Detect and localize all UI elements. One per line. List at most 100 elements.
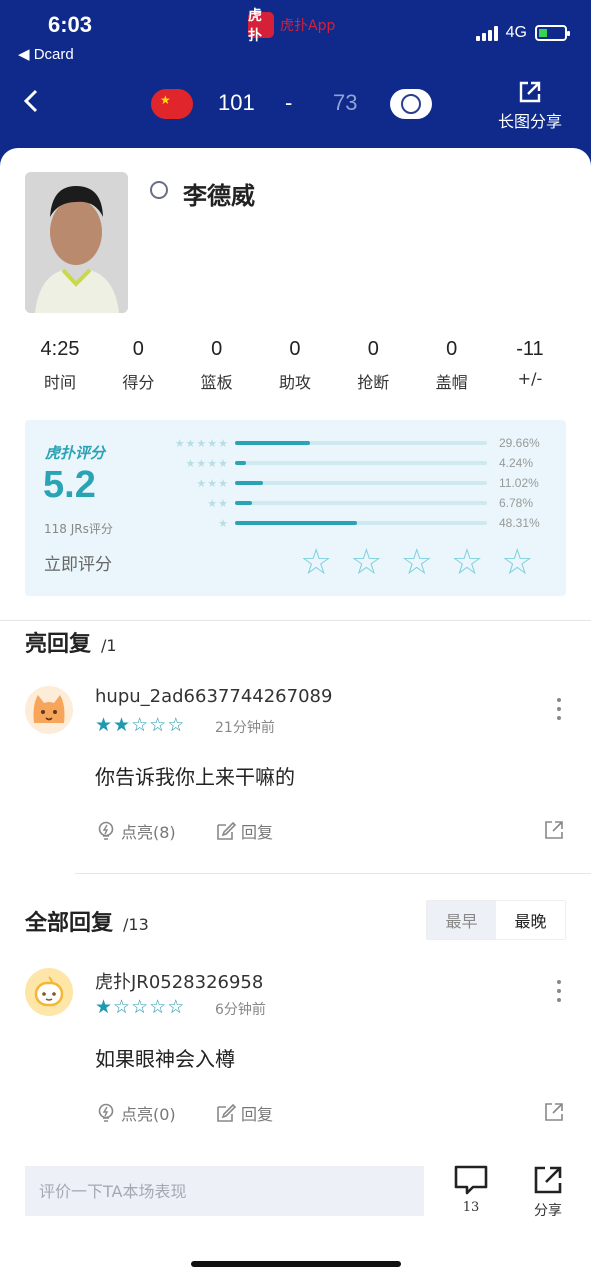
comment-actions: 点亮(0) 回复 xyxy=(95,1101,565,1125)
rating-bar-fill xyxy=(235,521,357,525)
rating-stars-label: ★★★★ xyxy=(185,456,229,470)
share-label: 分享 xyxy=(534,1203,562,1219)
lightbulb-icon xyxy=(98,821,114,840)
rating-row-1: ★ 48.31% xyxy=(165,515,555,531)
player-stats: 4:25 时间 0 得分 0 篮板 0 助攻 0 抢断 0 盖帽 -11 +/- xyxy=(25,338,565,393)
like-button[interactable]: 点亮(8) xyxy=(95,819,176,843)
stat-assists: 0 助攻 xyxy=(278,338,311,392)
comment-time: 6分钟前 xyxy=(215,1002,266,1018)
team-emblem-icon xyxy=(150,181,168,199)
comment-rating-stars: ★☆☆☆☆ xyxy=(95,996,185,1018)
reply-button[interactable]: 回复 xyxy=(215,819,273,843)
rating-stars-label: ★★★★★ xyxy=(174,436,229,450)
more-options-icon[interactable] xyxy=(556,698,562,720)
edit-icon xyxy=(217,821,237,840)
reply-button[interactable]: 回复 xyxy=(215,1101,273,1125)
team-a-score: 101 xyxy=(218,90,255,115)
comment-time: 21分钟前 xyxy=(215,720,275,736)
sort-latest-button[interactable]: 最晚 xyxy=(496,901,565,939)
stat-blocks: 0 盖帽 xyxy=(435,338,468,392)
star-filled-icon: ★ xyxy=(113,714,132,736)
user-avatar[interactable] xyxy=(25,686,73,734)
comments-button[interactable]: 13 xyxy=(452,1164,490,1215)
star-empty-icon: ☆ xyxy=(149,714,168,736)
star-empty-icon: ☆ xyxy=(167,996,186,1018)
review-input[interactable] xyxy=(25,1166,424,1216)
comment-count: 13 xyxy=(462,1200,480,1215)
rating-bar-fill xyxy=(235,441,310,445)
more-options-icon[interactable] xyxy=(556,980,562,1002)
share-button[interactable]: 分享 xyxy=(528,1164,568,1220)
rating-bar xyxy=(235,521,487,525)
rating-score: 5.2 xyxy=(43,464,96,506)
app-name: 虎扑App xyxy=(280,18,336,34)
all-title-text: 全部回复 xyxy=(25,911,114,936)
rating-bar xyxy=(235,481,487,485)
long-image-share-icon[interactable] xyxy=(518,80,542,104)
status-app-indicator: 虎扑 虎扑App xyxy=(248,8,336,44)
comment-actions: 点亮(8) 回复 xyxy=(95,819,565,843)
bottom-bar: 13 分享 xyxy=(0,1150,591,1279)
comment-share-icon[interactable] xyxy=(543,819,565,841)
rating-row-3: ★★★ 11.02% xyxy=(165,475,555,491)
rate-star-5-icon[interactable]: ☆ xyxy=(501,545,533,581)
rating-panel: 虎扑评分 5.2 118 JRs评分 立即评分 ★★★★★ 29.66% ★★★… xyxy=(25,420,566,596)
player-photo xyxy=(25,172,128,313)
score-separator: - xyxy=(285,90,293,115)
comment-username[interactable]: 虎扑JR0528326958 xyxy=(95,968,263,994)
star-empty-icon: ☆ xyxy=(131,996,150,1018)
rating-row-4: ★★★★ 4.24% xyxy=(165,455,555,471)
like-button[interactable]: 点亮(0) xyxy=(95,1101,176,1125)
star-empty-icon: ☆ xyxy=(167,714,186,736)
rating-pct: 4.24% xyxy=(499,456,534,470)
rating-logo: 虎扑评分 xyxy=(45,444,106,462)
all-replies-title: 全部回复/13 xyxy=(25,905,149,937)
rate-star-4-icon[interactable]: ☆ xyxy=(451,545,483,581)
app-logo-icon: 虎扑 xyxy=(248,8,274,44)
rate-star-1-icon[interactable]: ☆ xyxy=(300,545,332,581)
comment-text: 如果眼神会入樽 xyxy=(95,1047,235,1071)
rating-bar xyxy=(235,441,487,445)
rate-star-3-icon[interactable]: ☆ xyxy=(401,545,433,581)
star-empty-icon: ☆ xyxy=(113,996,132,1018)
star-empty-icon: ☆ xyxy=(131,714,150,736)
team-a-flag-icon: ★ xyxy=(151,89,193,119)
stat-rebounds: 0 篮板 xyxy=(200,338,233,392)
sort-earliest-button[interactable]: 最早 xyxy=(427,901,496,939)
all-count: /13 xyxy=(123,915,149,934)
section-divider xyxy=(0,620,591,621)
rating-pct: 6.78% xyxy=(499,496,534,510)
player-card: 李德威 4:25 时间 0 得分 0 篮板 0 助攻 0 抢断 0 盖帽 -11 +/- 虎扑… xyxy=(0,148,591,1279)
lightbulb-icon xyxy=(98,1103,114,1122)
status-indicators: 4G xyxy=(475,24,570,42)
reply-label: 回复 xyxy=(241,823,274,842)
rating-row-5: ★★★★★ 29.66% xyxy=(165,435,555,451)
rating-stars-label: ★★ xyxy=(207,496,229,510)
comment-username[interactable]: hupu_2ad6637744267089 xyxy=(95,686,332,707)
player-name: 李德威 xyxy=(183,182,255,210)
team-b-flag-icon xyxy=(390,89,432,119)
rating-bar xyxy=(235,461,487,465)
comment-share-icon[interactable] xyxy=(543,1101,565,1123)
star-empty-icon: ☆ xyxy=(149,996,168,1018)
rating-bar-fill xyxy=(235,461,246,465)
like-label: 点亮(8) xyxy=(121,823,176,842)
rating-bar xyxy=(235,501,487,505)
stat-points: 0 得分 xyxy=(122,338,155,392)
rating-bar-fill xyxy=(235,501,253,505)
sort-toggle: 最早 最晚 xyxy=(426,900,566,940)
back-to-app-link[interactable]: ◀ Dcard xyxy=(18,45,74,63)
stat-plus-minus: -11 +/- xyxy=(516,338,544,388)
share-icon xyxy=(534,1166,562,1194)
rating-pct: 29.66% xyxy=(499,436,540,450)
rating-pct: 48.31% xyxy=(499,516,540,530)
rate-now-label: 立即评分 xyxy=(44,555,112,575)
rating-stars-label: ★★★ xyxy=(196,476,229,490)
back-icon[interactable] xyxy=(22,88,40,120)
user-avatar[interactable] xyxy=(25,968,73,1016)
rating-stars-label: ★ xyxy=(218,516,229,530)
long-image-share-button[interactable]: 长图分享 xyxy=(498,108,562,132)
rate-star-2-icon[interactable]: ☆ xyxy=(350,545,382,581)
home-indicator xyxy=(191,1261,401,1267)
rating-bar-fill xyxy=(235,481,263,485)
